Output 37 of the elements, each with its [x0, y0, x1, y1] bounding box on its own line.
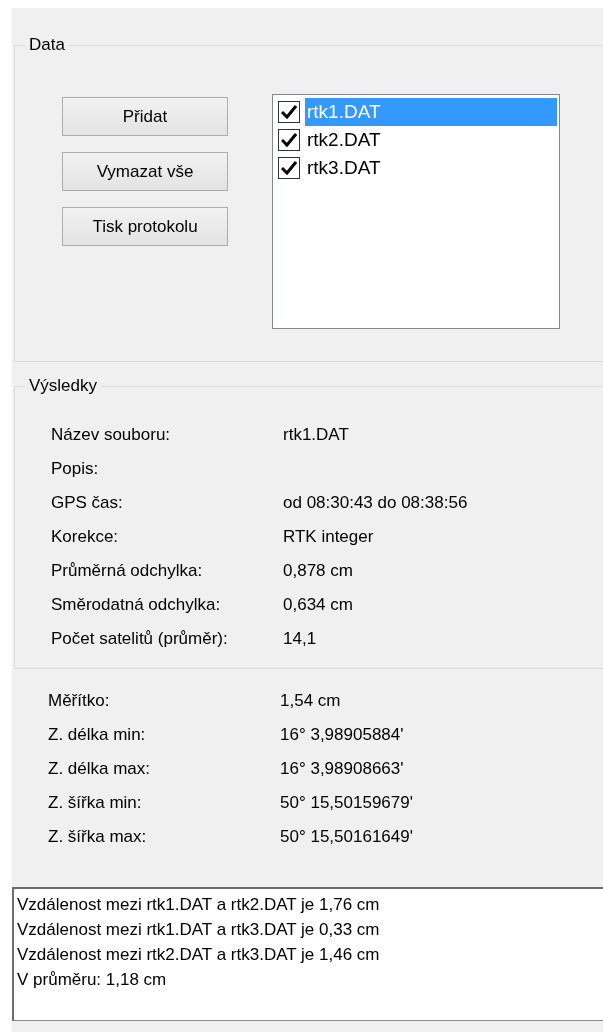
field-label: Název souboru:: [51, 425, 172, 445]
field-value: 16° 3,98908663': [280, 759, 404, 779]
print-button[interactable]: Tisk protokolu: [62, 207, 228, 246]
log-line: Vzdálenost mezi rtk2.DAT a rtk3.DAT je 1,46 cm: [17, 944, 381, 966]
output-box[interactable]: Vzdálenost mezi rtk1.DAT a rtk2.DAT je 1,76 cm Vzdálenost mezi rtk1.DAT a rtk3.DAT je 0,33 cm Vzdálenost mezi rtk2.DAT a rtk3.DAT je 1,46 cm V průměru: 1,18 cm: [12, 887, 603, 1021]
field-label: Z. šířka max:: [48, 827, 148, 847]
field-value: rtk1.DAT: [283, 425, 349, 445]
field-label: Z. délka min:: [48, 725, 147, 745]
log-line: V průměru: 1,18 cm: [17, 969, 168, 991]
field-label: Z. šířka min:: [48, 793, 143, 813]
field-value: 50° 15,50161649': [280, 827, 413, 847]
file-list[interactable]: rtk1.DAT rtk2.DAT rtk3.DAT: [272, 94, 560, 329]
checkbox[interactable]: [278, 129, 300, 151]
field-label: Měřítko:: [48, 691, 111, 711]
field-value: 0,878 cm: [283, 561, 353, 581]
field-label: Počet satelitů (průměr):: [51, 629, 229, 649]
clear-button[interactable]: Vymazat vše: [62, 152, 228, 191]
log-line: Vzdálenost mezi rtk1.DAT a rtk2.DAT je 1,76 cm: [17, 894, 381, 916]
field-value: RTK integer: [283, 527, 374, 547]
field-value: 50° 15,50159679': [280, 793, 413, 813]
list-item[interactable]: rtk2.DAT: [305, 126, 557, 154]
field-label: Popis:: [51, 459, 100, 479]
field-label: Korekce:: [51, 527, 120, 547]
field-value: od 08:30:43 do 08:38:56: [283, 493, 468, 513]
add-button[interactable]: Přidat: [62, 97, 228, 136]
field-value: 0,634 cm: [283, 595, 353, 615]
log-line: Vzdálenost mezi rtk1.DAT a rtk3.DAT je 0,33 cm: [17, 919, 381, 941]
field-label: Průměrná odchylka:: [51, 561, 204, 581]
field-value: 16° 3,98905884': [280, 725, 404, 745]
field-value: 1,54 cm: [280, 691, 341, 711]
field-label: Z. délka max:: [48, 759, 152, 779]
field-value: 14,1: [283, 629, 317, 649]
field-label: GPS čas:: [51, 493, 124, 513]
list-item[interactable]: rtk3.DAT: [305, 154, 557, 182]
checkbox[interactable]: [278, 157, 300, 179]
checkbox[interactable]: [278, 101, 300, 123]
field-label: Směrodatná odchylka:: [51, 595, 222, 615]
